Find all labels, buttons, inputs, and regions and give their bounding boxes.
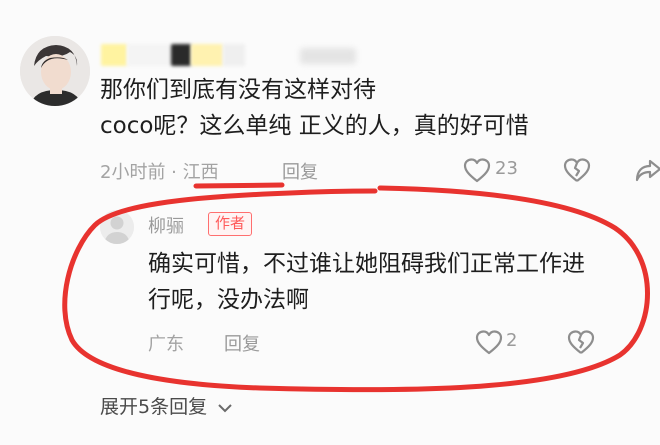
expand-replies-label: 展开5条回复 bbox=[100, 396, 208, 418]
reply-text-line-2: 行呢，没办法啊 bbox=[148, 287, 309, 313]
reply-text-line-1: 确实可惜，不过谁让她阻碍我们正常工作进 bbox=[148, 251, 585, 277]
reply-username[interactable]: 柳骊 bbox=[148, 212, 184, 238]
reply-location: 广东 bbox=[148, 334, 184, 355]
reply-text: 确实可惜，不过谁让她阻碍我们正常工作进 行呢，没办法啊 bbox=[148, 246, 660, 318]
reply-reply-button[interactable]: 回复 bbox=[224, 330, 260, 356]
comment-text: 那你们到底有没有这样对待 coco呢？这么单纯 正义的人，真的好可惜 bbox=[100, 72, 640, 144]
username-blurred[interactable] bbox=[101, 44, 291, 66]
reply-avatar[interactable] bbox=[100, 210, 134, 244]
expand-replies-button[interactable]: 展开5条回复 bbox=[100, 392, 233, 419]
broken-heart-icon[interactable] bbox=[562, 156, 592, 189]
share-icon[interactable] bbox=[634, 156, 660, 189]
red-annotation bbox=[62, 182, 650, 393]
heart-icon[interactable] bbox=[462, 156, 492, 189]
avatar[interactable] bbox=[20, 36, 90, 106]
comment-text-line-2: coco呢？这么单纯 正义的人，真的好可惜 bbox=[100, 113, 529, 139]
comment-meta: 2小时前 · 江西 回复 23 bbox=[100, 156, 660, 184]
reply-like-count: 2 bbox=[506, 330, 518, 351]
comment-time-location: 2小时前 · 江西 bbox=[100, 162, 219, 183]
broken-heart-icon[interactable] bbox=[566, 328, 596, 361]
author-badge: 作者 bbox=[208, 212, 253, 236]
reply-meta: 广东 回复 2 bbox=[148, 328, 660, 356]
comment-screen: 那你们到底有没有这样对待 coco呢？这么单纯 正义的人，真的好可惜 2小时前 … bbox=[0, 0, 660, 445]
blurred-label bbox=[300, 48, 356, 64]
chevron-down-icon bbox=[217, 397, 233, 419]
like-count: 23 bbox=[495, 158, 518, 179]
reply-button[interactable]: 回复 bbox=[282, 158, 318, 184]
comment-text-line-1: 那你们到底有没有这样对待 bbox=[100, 77, 376, 103]
heart-icon[interactable] bbox=[474, 328, 504, 361]
